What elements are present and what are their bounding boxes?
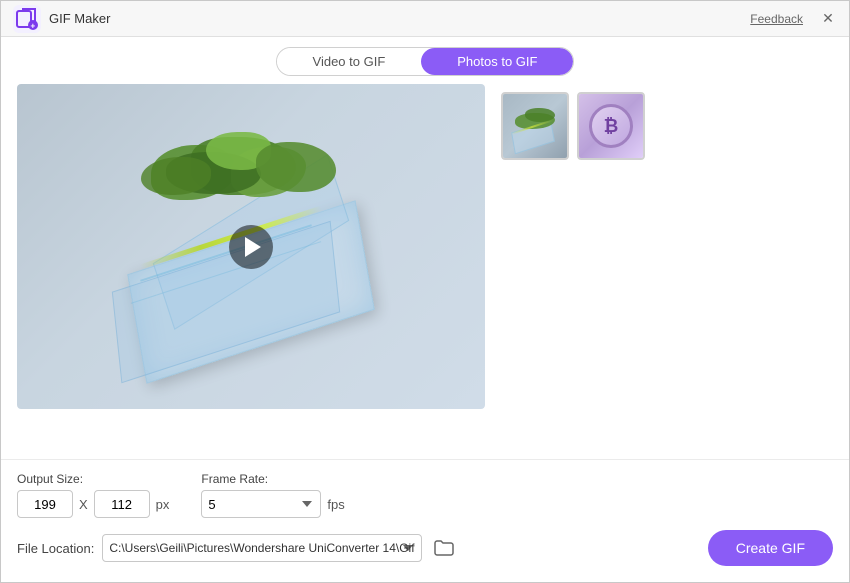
tab-group: Video to GIF Photos to GIF (276, 47, 575, 76)
preview-area (17, 84, 485, 459)
size-inputs: X px (17, 490, 169, 518)
thumbnails-panel: ₿ (501, 84, 833, 459)
feedback-link[interactable]: Feedback (750, 12, 803, 26)
thumbnail-1[interactable] (501, 92, 569, 160)
file-location-row: File Location: C:\Users\Geili\Pictures\W… (17, 534, 458, 562)
tab-video-to-gif[interactable]: Video to GIF (277, 48, 422, 75)
output-size-label: Output Size: (17, 472, 169, 486)
frame-rate-label: Frame Rate: (201, 472, 344, 486)
folder-button[interactable] (430, 534, 458, 562)
fps-label: fps (327, 497, 344, 512)
height-input[interactable] (94, 490, 150, 518)
controls-row: Output Size: X px Frame Rate: 5 10 15 20 (17, 472, 833, 518)
close-button[interactable]: ✕ (819, 10, 837, 28)
thumbnail-2[interactable]: ₿ (577, 92, 645, 160)
output-size-group: Output Size: X px (17, 472, 169, 518)
titlebar-left: + GIF Maker (13, 5, 110, 33)
px-label: px (156, 497, 170, 512)
main-window: + GIF Maker Feedback ✕ Video to GIF Phot… (0, 0, 850, 583)
tabbar: Video to GIF Photos to GIF (1, 37, 849, 84)
bottom-controls: Output Size: X px Frame Rate: 5 10 15 20 (1, 459, 849, 582)
create-gif-button[interactable]: Create GIF (708, 530, 833, 566)
width-input[interactable] (17, 490, 73, 518)
bottom-row: File Location: C:\Users\Geili\Pictures\W… (17, 530, 833, 566)
folder-icon (434, 540, 454, 556)
svg-text:+: + (31, 21, 36, 30)
titlebar: + GIF Maker Feedback ✕ (1, 1, 849, 37)
play-icon (245, 237, 261, 257)
file-location-label: File Location: (17, 541, 94, 556)
app-logo-icon: + (13, 5, 41, 33)
main-content: ₿ (1, 84, 849, 459)
x-separator: X (79, 497, 88, 512)
fps-select[interactable]: 5 10 15 20 25 30 (201, 490, 321, 518)
tab-photos-to-gif[interactable]: Photos to GIF (421, 48, 573, 75)
file-path-select[interactable]: C:\Users\Geili\Pictures\Wondershare UniC… (102, 534, 422, 562)
play-button[interactable] (229, 225, 273, 269)
framerate-group: Frame Rate: 5 10 15 20 25 30 fps (201, 472, 344, 518)
app-title: GIF Maker (49, 11, 110, 26)
fps-row: 5 10 15 20 25 30 fps (201, 490, 344, 518)
titlebar-right: Feedback ✕ (750, 10, 837, 28)
video-preview (17, 84, 485, 409)
thumbnail-2-symbol: ₿ (589, 104, 633, 148)
